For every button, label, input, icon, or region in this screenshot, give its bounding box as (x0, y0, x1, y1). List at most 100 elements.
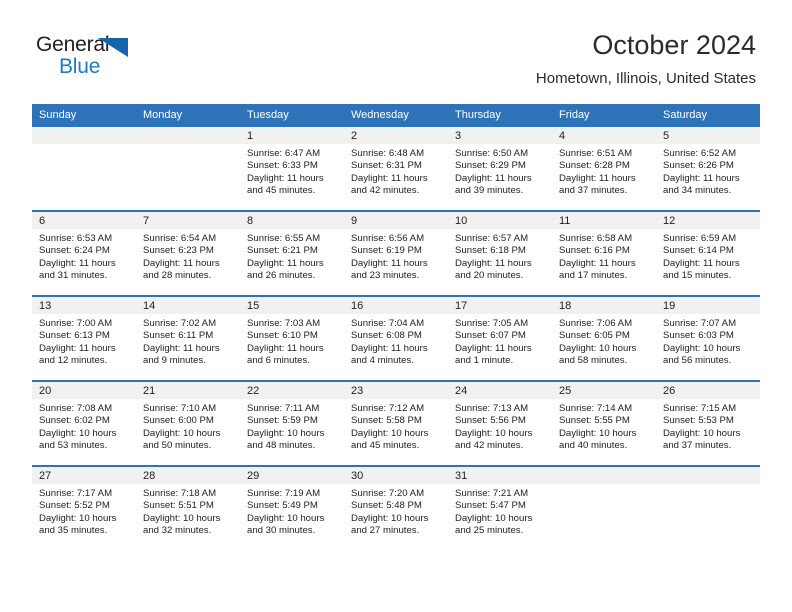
daylight-duration-line2: and 4 minutes. (351, 355, 414, 367)
sunset-time: Sunset: 6:13 PM (39, 330, 110, 342)
calendar-day-cell[interactable]: 26 Sunrise: 7:15 AM Sunset: 5:53 PM Dayligh… (656, 380, 760, 466)
calendar-week-row: 27 Sunrise: 7:17 AM Sunset: 5:52 PM Dayligh… (32, 465, 760, 550)
calendar-day-cell[interactable]: 16 Sunrise: 7:04 AM Sunset: 6:08 PM Dayligh… (344, 295, 448, 381)
day-number: 18 (552, 297, 656, 314)
day-details: Sunrise: 7:06 AM Sunset: 6:05 PM Daylight:… (552, 314, 656, 368)
sunrise-time: Sunrise: 7:04 AM (351, 318, 425, 329)
calendar-day-cell[interactable]: 31 Sunrise: 7:21 AM Sunset: 5:47 PM Dayligh… (448, 465, 552, 550)
day-details: Sunrise: 7:14 AM Sunset: 5:55 PM Daylight:… (552, 399, 656, 453)
calendar-body: 1 Sunrise: 6:47 AM Sunset: 6:33 PM Daylight… (32, 127, 760, 550)
daylight-duration-line2: and 23 minutes. (351, 270, 420, 282)
day-number: 7 (136, 212, 240, 229)
daylight-duration-line1: Daylight: 10 hours (559, 427, 637, 439)
calendar-day-cell[interactable]: 4 Sunrise: 6:51 AM Sunset: 6:28 PM Daylight… (552, 127, 656, 211)
calendar-day-cell[interactable]: 12 Sunrise: 6:59 AM Sunset: 6:14 PM Dayligh… (656, 210, 760, 296)
sunrise-time: Sunrise: 6:51 AM (559, 148, 633, 159)
daylight-duration-line1: Daylight: 11 hours (351, 257, 428, 269)
calendar-day-cell[interactable]: 20 Sunrise: 7:08 AM Sunset: 6:02 PM Dayligh… (32, 380, 136, 466)
sunset-time: Sunset: 6:24 PM (39, 245, 110, 257)
daylight-duration-line1: Daylight: 11 hours (143, 342, 220, 354)
day-details: Sunrise: 7:19 AM Sunset: 5:49 PM Daylight:… (240, 484, 344, 538)
sunset-time: Sunset: 5:56 PM (455, 415, 526, 427)
calendar-day-cell[interactable]: 17 Sunrise: 7:05 AM Sunset: 6:07 PM Dayligh… (448, 295, 552, 381)
daylight-duration-line2: and 39 minutes. (455, 185, 524, 197)
day-number: 25 (552, 382, 656, 399)
daylight-duration-line1: Daylight: 10 hours (559, 342, 637, 354)
sunrise-time: Sunrise: 7:13 AM (455, 403, 529, 414)
day-number: 28 (136, 467, 240, 484)
sunset-time: Sunset: 6:14 PM (663, 245, 734, 257)
sunrise-time: Sunrise: 7:18 AM (143, 488, 217, 499)
daylight-duration-line2: and 25 minutes. (455, 525, 524, 537)
day-number: 31 (448, 467, 552, 484)
daylight-duration-line1: Daylight: 10 hours (351, 427, 429, 439)
day-details: Sunrise: 7:18 AM Sunset: 5:51 PM Daylight:… (136, 484, 240, 538)
sunrise-time: Sunrise: 7:02 AM (143, 318, 217, 329)
daylight-duration-line2: and 32 minutes. (143, 525, 212, 537)
sunrise-time: Sunrise: 7:14 AM (559, 403, 633, 414)
calendar-day-cell[interactable]: 30 Sunrise: 7:20 AM Sunset: 5:48 PM Dayligh… (344, 465, 448, 550)
sunset-time: Sunset: 6:02 PM (39, 415, 110, 427)
sunrise-time: Sunrise: 6:55 AM (247, 233, 321, 244)
calendar-day-cell[interactable]: 7 Sunrise: 6:54 AM Sunset: 6:23 PM Daylight… (136, 210, 240, 296)
calendar-day-cell-empty (552, 465, 656, 550)
calendar-day-cell[interactable]: 5 Sunrise: 6:52 AM Sunset: 6:26 PM Daylight… (656, 127, 760, 211)
calendar-day-cell-empty (136, 127, 240, 211)
weekday-header-thursday: Thursday (448, 104, 552, 127)
calendar-day-cell[interactable]: 1 Sunrise: 6:47 AM Sunset: 6:33 PM Daylight… (240, 127, 344, 211)
day-details: Sunrise: 7:12 AM Sunset: 5:58 PM Daylight:… (344, 399, 448, 453)
daylight-duration-line2: and 40 minutes. (559, 440, 628, 452)
day-details: Sunrise: 6:56 AM Sunset: 6:19 PM Daylight:… (344, 229, 448, 283)
sunrise-time: Sunrise: 7:10 AM (143, 403, 217, 414)
daylight-duration-line1: Daylight: 10 hours (143, 512, 221, 524)
calendar-day-cell[interactable]: 6 Sunrise: 6:53 AM Sunset: 6:24 PM Daylight… (32, 210, 136, 296)
day-number (552, 467, 656, 484)
calendar-day-cell[interactable]: 9 Sunrise: 6:56 AM Sunset: 6:19 PM Daylight… (344, 210, 448, 296)
logo-text-blue: Blue (59, 55, 101, 78)
daylight-duration-line1: Daylight: 10 hours (351, 512, 429, 524)
daylight-duration-line2: and 20 minutes. (455, 270, 524, 282)
sunset-time: Sunset: 5:55 PM (559, 415, 630, 427)
day-number: 14 (136, 297, 240, 314)
day-number: 8 (240, 212, 344, 229)
calendar-day-cell[interactable]: 25 Sunrise: 7:14 AM Sunset: 5:55 PM Dayligh… (552, 380, 656, 466)
sunset-time: Sunset: 6:26 PM (663, 160, 734, 172)
calendar-day-cell[interactable]: 18 Sunrise: 7:06 AM Sunset: 6:05 PM Dayligh… (552, 295, 656, 381)
calendar-day-cell[interactable]: 14 Sunrise: 7:02 AM Sunset: 6:11 PM Dayligh… (136, 295, 240, 381)
day-number: 13 (32, 297, 136, 314)
calendar-day-cell[interactable]: 19 Sunrise: 7:07 AM Sunset: 6:03 PM Dayligh… (656, 295, 760, 381)
calendar-day-cell[interactable]: 27 Sunrise: 7:17 AM Sunset: 5:52 PM Dayligh… (32, 465, 136, 550)
page-subtitle: Hometown, Illinois, United States (535, 70, 756, 87)
calendar-day-cell[interactable]: 3 Sunrise: 6:50 AM Sunset: 6:29 PM Daylight… (448, 127, 552, 211)
calendar-day-cell[interactable]: 29 Sunrise: 7:19 AM Sunset: 5:49 PM Dayligh… (240, 465, 344, 550)
daylight-duration-line2: and 50 minutes. (143, 440, 212, 452)
day-details: Sunrise: 7:15 AM Sunset: 5:53 PM Daylight:… (656, 399, 760, 453)
calendar-day-cell[interactable]: 22 Sunrise: 7:11 AM Sunset: 5:59 PM Dayligh… (240, 380, 344, 466)
daylight-duration-line1: Daylight: 11 hours (39, 342, 116, 354)
sunset-time: Sunset: 6:16 PM (559, 245, 630, 257)
calendar-day-cell[interactable]: 28 Sunrise: 7:18 AM Sunset: 5:51 PM Dayligh… (136, 465, 240, 550)
calendar-day-cell[interactable]: 24 Sunrise: 7:13 AM Sunset: 5:56 PM Dayligh… (448, 380, 552, 466)
day-number: 10 (448, 212, 552, 229)
day-number: 17 (448, 297, 552, 314)
calendar-day-cell[interactable]: 23 Sunrise: 7:12 AM Sunset: 5:58 PM Dayligh… (344, 380, 448, 466)
calendar-day-cell[interactable]: 13 Sunrise: 7:00 AM Sunset: 6:13 PM Dayligh… (32, 295, 136, 381)
day-number: 19 (656, 297, 760, 314)
calendar-header-row: Sunday Monday Tuesday Wednesday Thursday… (32, 104, 760, 127)
sunset-time: Sunset: 6:00 PM (143, 415, 214, 427)
calendar-day-cell[interactable]: 2 Sunrise: 6:48 AM Sunset: 6:31 PM Daylight… (344, 127, 448, 211)
day-details: Sunrise: 7:03 AM Sunset: 6:10 PM Daylight:… (240, 314, 344, 368)
calendar-day-cell[interactable]: 10 Sunrise: 6:57 AM Sunset: 6:18 PM Dayligh… (448, 210, 552, 296)
calendar-day-cell[interactable]: 8 Sunrise: 6:55 AM Sunset: 6:21 PM Daylight… (240, 210, 344, 296)
day-number: 27 (32, 467, 136, 484)
sunset-time: Sunset: 6:21 PM (247, 245, 318, 257)
daylight-duration-line2: and 42 minutes. (351, 185, 420, 197)
calendar-day-cell[interactable]: 15 Sunrise: 7:03 AM Sunset: 6:10 PM Dayligh… (240, 295, 344, 381)
calendar-day-cell[interactable]: 21 Sunrise: 7:10 AM Sunset: 6:00 PM Dayligh… (136, 380, 240, 466)
day-details: Sunrise: 7:07 AM Sunset: 6:03 PM Daylight:… (656, 314, 760, 368)
day-number: 26 (656, 382, 760, 399)
sunrise-time: Sunrise: 7:11 AM (247, 403, 320, 414)
calendar-day-cell[interactable]: 11 Sunrise: 6:58 AM Sunset: 6:16 PM Dayligh… (552, 210, 656, 296)
sunrise-time: Sunrise: 6:47 AM (247, 148, 321, 159)
sunrise-time: Sunrise: 7:19 AM (247, 488, 321, 499)
